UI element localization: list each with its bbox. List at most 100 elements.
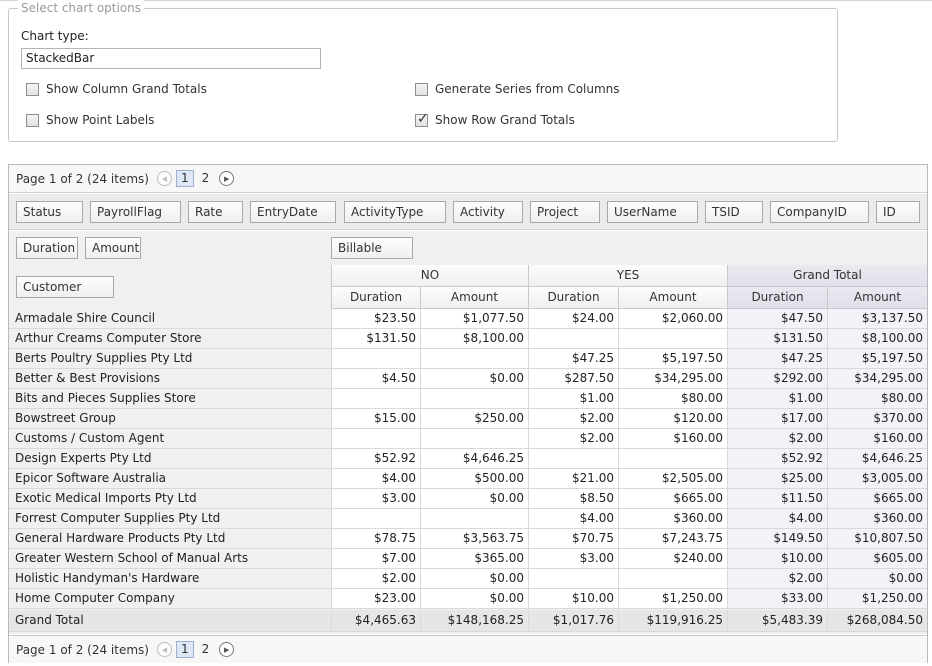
data-cell: $4,646.25 [827,449,927,469]
data-cell: $3,563.75 [420,529,528,549]
column-group-header[interactable]: NO [331,265,528,287]
generate-series-checkbox[interactable] [415,82,428,96]
prev-page-bottom-icon[interactable]: ◀ [156,642,172,657]
data-cell: $0.00 [420,569,528,589]
measure-header: Duration [331,287,420,309]
filter-field-rate[interactable]: Rate [188,201,243,223]
prev-page-icon[interactable]: ◀ [156,171,172,186]
data-cell: $0.00 [420,369,528,389]
chart-type-label: Chart type: [21,29,89,43]
show-column-grand-totals-option[interactable]: Show Column Grand Totals [26,82,207,96]
row-header: Better & Best Provisions [9,369,331,389]
data-cell: $25.00 [727,469,827,489]
data-cell [618,449,727,469]
data-cell: $2.00 [528,409,618,429]
filter-field-companyid[interactable]: CompanyID [770,201,869,223]
data-cell [331,429,420,449]
filter-field-project[interactable]: Project [530,201,600,223]
data-cell [420,349,528,369]
filter-field-entrydate[interactable]: EntryDate [250,201,336,223]
grand-total-cell: $1,017.76 [528,610,618,632]
data-cell: $2.00 [727,569,827,589]
data-cell [331,509,420,529]
pager-top: Page 1 of 2 (24 items) ◀ 1 2 ▶ [9,165,927,193]
filter-field-activity[interactable]: Activity [453,201,523,223]
filter-field-status[interactable]: Status [16,201,83,223]
grand-total-cell: $4,465.63 [331,610,420,632]
page-1-bottom-button[interactable]: 1 [175,641,194,658]
data-cell: $33.00 [727,589,827,609]
row-header: Berts Poultry Supplies Pty Ltd [9,349,331,369]
data-cell: $1,077.50 [420,309,528,329]
chart-type-select[interactable]: StackedBar [21,48,321,69]
data-cell [618,569,727,589]
data-cell: $7.00 [331,549,420,569]
show-point-labels-option[interactable]: Show Point Labels [26,113,154,127]
grand-total-cell: $119,916.25 [618,610,727,632]
data-cell: $120.00 [618,409,727,429]
generate-series-option[interactable]: Generate Series from Columns [415,82,620,96]
data-cell: $131.50 [331,329,420,349]
data-field-duration[interactable]: Duration [16,237,78,259]
page-1-button[interactable]: 1 [175,170,194,187]
data-cell: $4.00 [331,469,420,489]
filter-field-tsid[interactable]: TSID [705,201,763,223]
data-cell: $0.00 [827,569,927,589]
data-cell: $10.00 [727,549,827,569]
row-header: Exotic Medical Imports Pty Ltd [9,489,331,509]
data-cell: $10,807.50 [827,529,927,549]
data-cell: $23.00 [331,589,420,609]
data-field-amount[interactable]: Amount [85,237,141,259]
filter-field-id[interactable]: ID [876,201,920,223]
data-cell: $131.50 [727,329,827,349]
filter-field-username[interactable]: UserName [607,201,698,223]
filter-field-payrollflag[interactable]: PayrollFlag [90,201,181,223]
show-column-grand-totals-checkbox[interactable] [26,82,39,96]
data-cell: $24.00 [528,309,618,329]
data-cell: $15.00 [331,409,420,429]
data-cell [420,509,528,529]
row-header: Arthur Creams Computer Store [9,329,331,349]
data-cell: $149.50 [727,529,827,549]
data-cell: $365.00 [420,549,528,569]
column-group-header[interactable]: YES [528,265,727,287]
data-cell: $80.00 [618,389,727,409]
data-cell: $11.50 [727,489,827,509]
data-cell: $2.00 [528,429,618,449]
page-2-bottom-button[interactable]: 2 [198,642,214,657]
data-cell: $52.92 [331,449,420,469]
page-2-button[interactable]: 2 [198,171,214,186]
row-header: Design Experts Pty Ltd [9,449,331,469]
data-cell [618,329,727,349]
show-row-grand-totals-checkbox[interactable]: ✓ [415,111,429,127]
show-row-grand-totals-option[interactable]: ✓ Show Row Grand Totals [415,111,575,127]
data-cell: $47.50 [727,309,827,329]
data-cell: $2.00 [331,569,420,589]
column-field-billable[interactable]: Billable [331,237,413,259]
pager-summary: Page 1 of 2 (24 items) [16,171,149,186]
column-group-header[interactable]: Grand Total [727,265,927,287]
show-point-labels-checkbox[interactable] [26,113,39,127]
data-cell: $360.00 [827,509,927,529]
measure-header: Duration [727,287,827,309]
row-header: Bowstreet Group [9,409,331,429]
row-header: Greater Western School of Manual Arts [9,549,331,569]
pager-bottom: Page 1 of 2 (24 items) ◀ 1 2 ▶ [9,635,927,663]
next-page-icon[interactable]: ▶ [219,171,235,186]
data-cell: $23.50 [331,309,420,329]
data-cell: $8,100.00 [420,329,528,349]
grand-total-cell: $148,168.25 [420,610,528,632]
chart-options-panel: Select chart options Chart type: Stacked… [8,0,838,142]
data-cell: $160.00 [827,429,927,449]
row-field-customer[interactable]: Customer [16,276,114,298]
grand-total-label: Grand Total [9,610,331,632]
next-page-bottom-icon[interactable]: ▶ [219,642,235,657]
row-header: Epicor Software Australia [9,469,331,489]
data-cell: $2,060.00 [618,309,727,329]
data-cell: $7,243.75 [618,529,727,549]
row-header: Armadale Shire Council [9,309,331,329]
grand-total-cell: $268,084.50 [827,610,927,632]
data-cell [528,449,618,469]
filter-field-activitytype[interactable]: ActivityType [344,201,446,223]
row-header: General Hardware Products Pty Ltd [9,529,331,549]
